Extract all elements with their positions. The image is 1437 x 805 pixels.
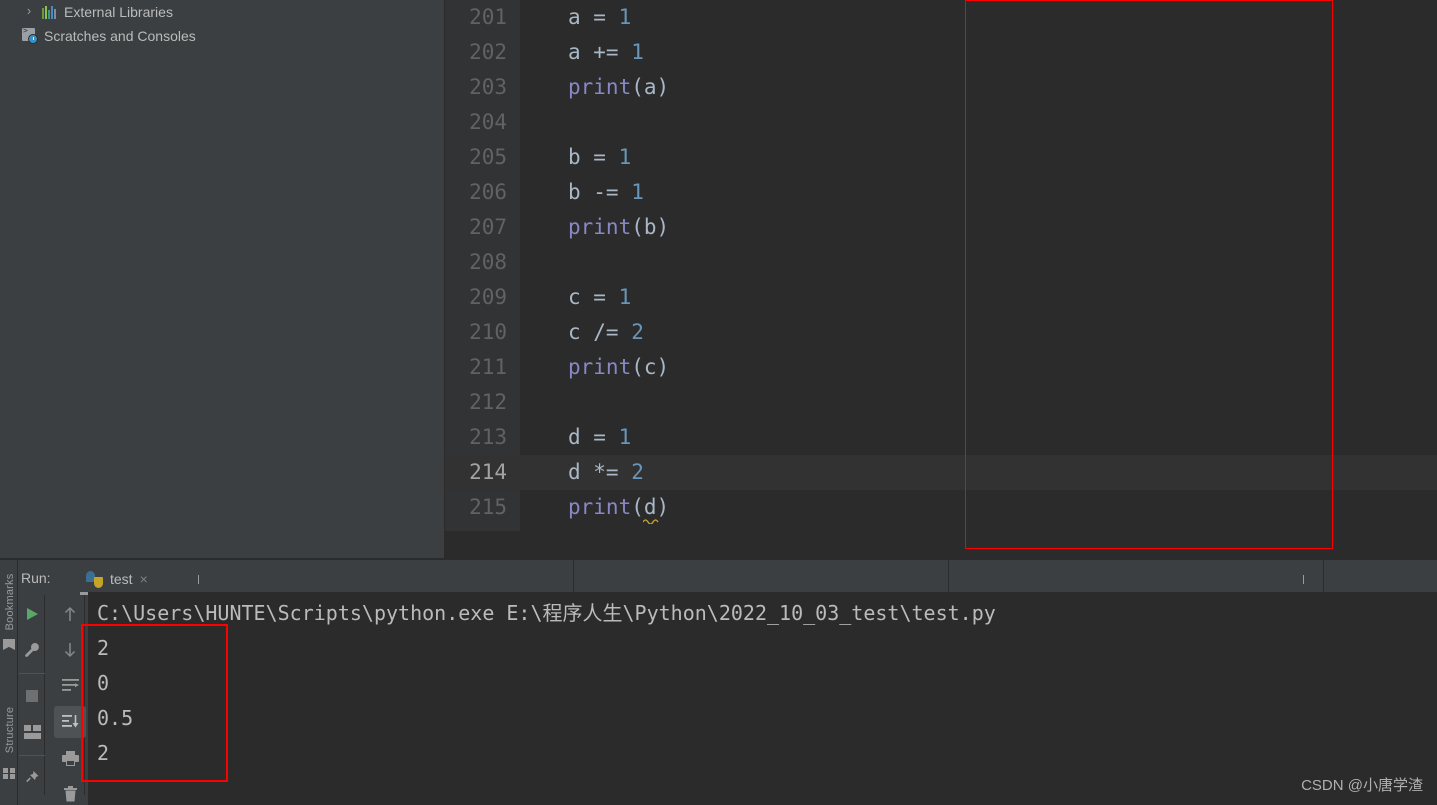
code-line[interactable]: 211 print(c) <box>445 350 1437 385</box>
tree-item-scratches-and-consoles[interactable]: Scratches and Consoles <box>0 24 444 48</box>
rerun-button[interactable] <box>16 598 48 630</box>
line-number[interactable]: 202 <box>445 35 507 70</box>
toolbar-separator <box>19 755 45 756</box>
console-output-line: 2 <box>97 741 110 765</box>
console-output-line: 0.5 <box>97 706 134 730</box>
pin-tab-button[interactable] <box>16 762 48 794</box>
line-number[interactable]: 205 <box>445 140 507 175</box>
trash-button[interactable] <box>54 778 86 805</box>
run-right-toolbar[interactable] <box>50 598 90 805</box>
code-line[interactable]: 214 d *= 2 <box>445 455 1437 490</box>
line-number[interactable]: 211 <box>445 350 507 385</box>
top-region: › External Libraries Scratches and Conso… <box>0 0 1437 560</box>
code-lines[interactable]: 201 a = 1 202 a += 1 203 print(a) 204 205 b = 12… <box>445 0 1437 525</box>
run-tab-label: test <box>110 571 133 587</box>
line-number[interactable]: 213 <box>445 420 507 455</box>
code-text: d = 1 <box>568 425 632 449</box>
close-icon[interactable]: × <box>140 572 148 586</box>
line-number[interactable]: 201 <box>445 0 507 35</box>
tree-item-label: Scratches and Consoles <box>44 28 196 44</box>
code-line[interactable]: 209 c = 1 <box>445 280 1437 315</box>
code-line[interactable]: 213 d = 1 <box>445 420 1437 455</box>
scroll-to-end-button[interactable] <box>54 706 86 738</box>
tree-item-label: External Libraries <box>64 4 173 20</box>
code-line[interactable]: 201 a = 1 <box>445 0 1437 35</box>
line-number[interactable]: 215 <box>445 490 507 525</box>
code-line[interactable]: 202 a += 1 <box>445 35 1437 70</box>
code-line[interactable]: 215 print(d) <box>445 490 1437 525</box>
line-number[interactable]: 204 <box>445 105 507 140</box>
scratches-icon <box>22 26 39 44</box>
watermark: CSDN @小唐学渣 <box>1301 777 1423 794</box>
arrow-down-button[interactable] <box>54 634 86 666</box>
header-tick <box>198 575 199 584</box>
code-text: b -= 1 <box>568 180 644 204</box>
code-line[interactable]: 206 b -= 1 <box>445 175 1437 210</box>
code-text: b = 1 <box>568 145 632 169</box>
line-number[interactable]: 212 <box>445 385 507 420</box>
line-number[interactable]: 210 <box>445 315 507 350</box>
line-number[interactable]: 203 <box>445 70 507 105</box>
pycharm-window: › External Libraries Scratches and Conso… <box>0 0 1437 805</box>
line-number[interactable]: 206 <box>445 175 507 210</box>
code-line[interactable]: 203 print(a) <box>445 70 1437 105</box>
code-text: a = 1 <box>568 5 632 29</box>
run-tab-test[interactable]: test × <box>80 566 154 592</box>
console-output-line: 2 <box>97 636 110 660</box>
line-number[interactable]: 214 <box>445 455 507 490</box>
arrow-up-button[interactable] <box>54 598 86 630</box>
line-number[interactable]: 207 <box>445 210 507 245</box>
soft-wrap-button[interactable] <box>54 670 86 702</box>
console-output-line: 0 <box>97 671 110 695</box>
code-line[interactable]: 205 b = 1 <box>445 140 1437 175</box>
toolbar-separator <box>19 673 45 674</box>
line-number[interactable]: 208 <box>445 245 507 280</box>
editor-bottom-filler <box>445 531 1437 560</box>
libraries-icon <box>42 5 58 19</box>
run-left-toolbar[interactable] <box>12 598 52 798</box>
code-line[interactable]: 204 <box>445 105 1437 140</box>
line-number[interactable]: 209 <box>445 280 507 315</box>
code-line[interactable]: 207 print(b) <box>445 210 1437 245</box>
console-command-line: C:\Users\HUNTE\Scripts\python.exe E:\程序人… <box>97 601 996 625</box>
run-console[interactable]: C:\Users\HUNTE\Scripts\python.exe E:\程序人… <box>88 592 1437 805</box>
project-tree-panel[interactable]: › External Libraries Scratches and Conso… <box>0 0 445 560</box>
run-label: Run: <box>21 570 51 586</box>
tree-item-external-libraries[interactable]: › External Libraries <box>0 0 444 24</box>
code-text: c /= 2 <box>568 320 644 344</box>
code-text: d *= 2 <box>568 460 644 484</box>
debug-settings-button[interactable] <box>16 634 48 666</box>
code-line[interactable]: 208 <box>445 245 1437 280</box>
warning-squiggle-icon <box>643 518 665 524</box>
layout-button[interactable] <box>16 716 48 748</box>
code-text: a += 1 <box>568 40 644 64</box>
python-icon <box>86 570 103 588</box>
code-text: print(a) <box>568 75 670 99</box>
code-line[interactable]: 210 c /= 2 <box>445 315 1437 350</box>
code-text: print(b) <box>568 215 670 239</box>
console-output: 2 0 0.5 2 <box>88 631 1437 771</box>
code-editor[interactable]: 201 a = 1 202 a += 1 203 print(a) 204 205 b = 12… <box>445 0 1437 560</box>
stop-button[interactable] <box>16 680 48 712</box>
code-text: c = 1 <box>568 285 632 309</box>
code-text: print(c) <box>568 355 670 379</box>
header-tick <box>1303 575 1304 584</box>
print-button[interactable] <box>54 742 86 774</box>
chevron-right-icon[interactable]: › <box>22 4 36 18</box>
code-line[interactable]: 212 <box>445 385 1437 420</box>
